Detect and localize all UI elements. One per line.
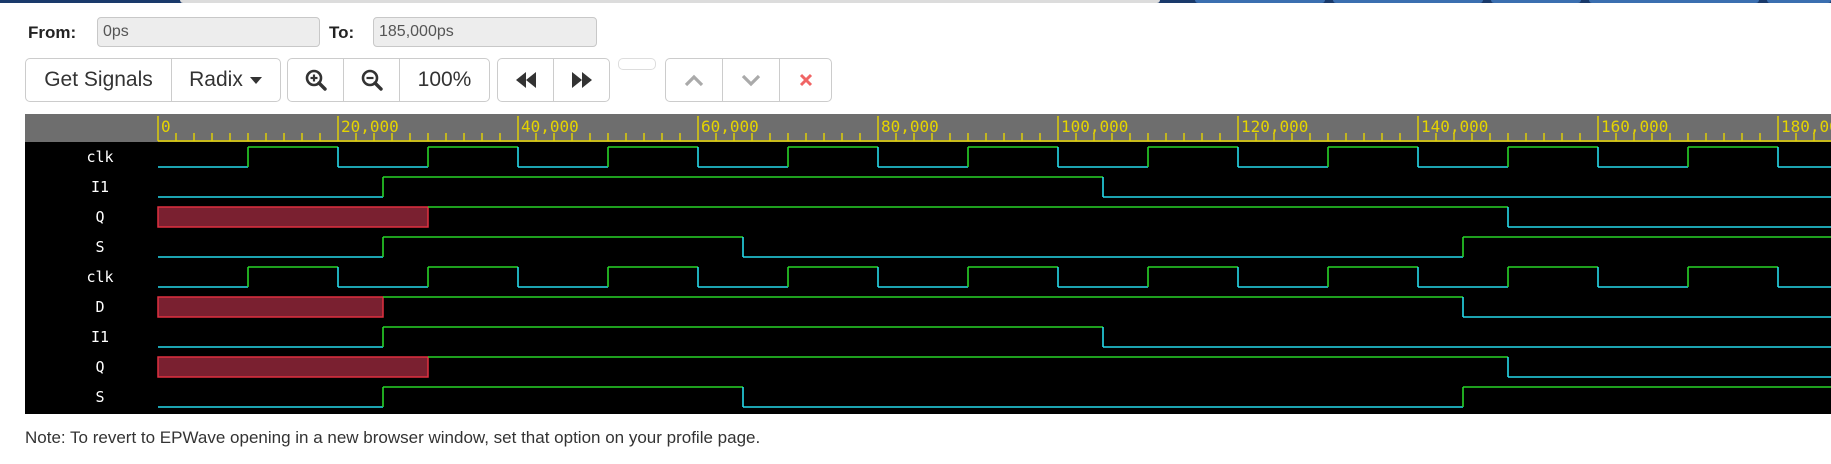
move-down-button[interactable] <box>722 58 780 102</box>
signal-name: S <box>95 238 104 256</box>
signal-name: Q <box>95 208 104 226</box>
tick-label: 160,000 <box>1601 117 1668 136</box>
unknown-state-block <box>157 296 384 318</box>
tick-label: 0 <box>161 117 171 136</box>
fast-forward-icon <box>571 72 592 88</box>
tick-label: 100,000 <box>1061 117 1128 136</box>
signal-name: Q <box>95 358 104 376</box>
tick-label: 40,000 <box>521 117 579 136</box>
signal-order-group <box>665 58 832 102</box>
signal-name: I1 <box>91 328 109 346</box>
browser-tab[interactable] <box>1767 0 1831 3</box>
tick-label: 80,000 <box>881 117 939 136</box>
chevron-up-icon <box>684 74 704 87</box>
from-input[interactable] <box>97 17 320 47</box>
browser-tab[interactable] <box>1589 0 1759 3</box>
from-label: From: <box>28 23 77 42</box>
browser-tab[interactable] <box>1491 0 1581 3</box>
unknown-state-block <box>157 206 429 228</box>
unknown-state-block <box>157 356 429 378</box>
close-icon <box>799 73 812 87</box>
zoom-out-icon <box>361 69 383 91</box>
signal-name: S <box>95 388 104 406</box>
tick-label: 120,000 <box>1241 117 1308 136</box>
move-up-button[interactable] <box>665 58 723 102</box>
navigate-group <box>497 58 610 102</box>
previous-edge-button[interactable] <box>497 58 554 102</box>
tick-label: 180,000 <box>1781 117 1831 136</box>
to-label: To: <box>329 23 355 42</box>
next-edge-button[interactable] <box>553 58 610 102</box>
note-text: Note: To revert to EPWave opening in a n… <box>25 428 761 447</box>
get-signals-label: Get Signals <box>44 68 153 91</box>
browser-tab[interactable] <box>1195 0 1325 3</box>
tick-label: 20,000 <box>341 117 399 136</box>
zoom-level: 100% <box>417 68 472 91</box>
zoom-level-button[interactable]: 100% <box>399 58 490 102</box>
signal-name: clk <box>86 148 113 166</box>
fast-backward-icon <box>515 72 536 88</box>
remove-signal-button[interactable] <box>779 58 832 102</box>
chevron-down-icon <box>741 74 761 87</box>
radix-dropdown-button[interactable]: Radix <box>171 58 281 102</box>
get-signals-button[interactable]: Get Signals <box>25 58 172 102</box>
signal-name: I1 <box>91 178 109 196</box>
caret-down-icon <box>249 77 262 84</box>
browser-tab[interactable] <box>180 0 1160 3</box>
zoom-in-icon <box>305 69 327 91</box>
browser-tab[interactable] <box>1333 0 1483 3</box>
signals-group: Get Signals Radix <box>25 58 281 102</box>
zoom-group: 100% <box>287 58 490 102</box>
to-input[interactable] <box>373 17 597 47</box>
signal-name: clk <box>86 268 113 286</box>
waveform-viewer[interactable]: 0 20,000 40,000 60,000 80,000 100,000 120,000 1… <box>25 114 1831 414</box>
tick-label: 60,000 <box>701 117 759 136</box>
zoom-in-button[interactable] <box>287 58 344 102</box>
placeholder-button[interactable] <box>618 58 656 70</box>
radix-label: Radix <box>189 68 243 91</box>
signal-name: D <box>95 298 104 316</box>
tick-label: 140,000 <box>1421 117 1488 136</box>
zoom-out-button[interactable] <box>343 58 400 102</box>
